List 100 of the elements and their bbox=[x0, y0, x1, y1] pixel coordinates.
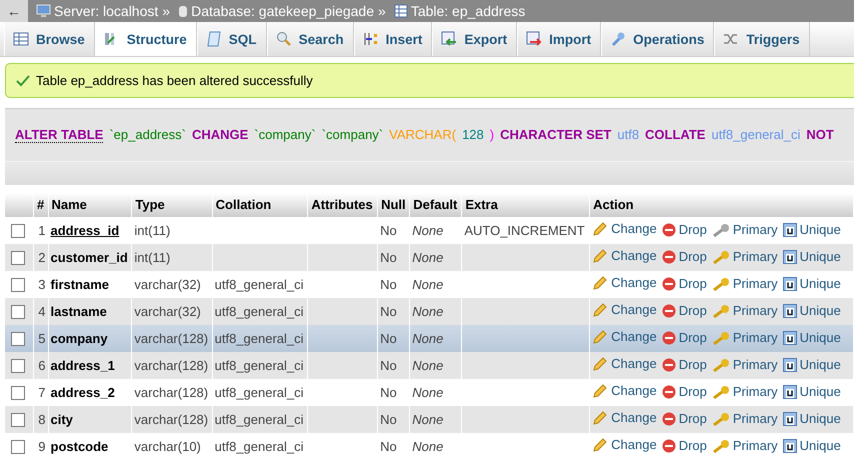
unique-link[interactable]: Unique bbox=[782, 357, 841, 372]
table-row[interactable]: 5 company varchar(128) utf8_general_ci No None Change Drop Primary Unique bbox=[5, 324, 854, 352]
drop-link[interactable]: Drop bbox=[662, 222, 707, 238]
primary-link[interactable]: Primary bbox=[712, 438, 778, 454]
sql-token: `ep_address` bbox=[109, 127, 186, 142]
unique-link[interactable]: Unique bbox=[782, 330, 841, 346]
checkbox[interactable] bbox=[11, 224, 25, 238]
checkbox[interactable] bbox=[11, 332, 25, 346]
drop-link[interactable]: Drop bbox=[662, 384, 707, 400]
tab[interactable]: Insert bbox=[354, 22, 432, 56]
checkbox[interactable] bbox=[11, 251, 25, 266]
unique-link[interactable]: Unique bbox=[782, 411, 841, 426]
breadcrumb-link[interactable]: Database: gatekeep_piegade bbox=[174, 3, 374, 19]
change-link[interactable]: Change bbox=[592, 220, 657, 237]
change-link[interactable]: Change bbox=[592, 328, 657, 345]
table-cell: None bbox=[412, 250, 444, 265]
table-row[interactable]: 3 firstname varchar(32) utf8_general_ci No None Change Drop Primary Unique bbox=[5, 270, 854, 298]
breadcrumb-link[interactable]: Server: localhost bbox=[32, 3, 158, 19]
unique-link[interactable]: Unique bbox=[782, 249, 841, 264]
primary-link[interactable]: Primary bbox=[712, 357, 778, 372]
tab[interactable]: Import bbox=[517, 22, 602, 56]
drop-link[interactable]: Drop bbox=[662, 303, 707, 318]
primary-link[interactable]: Primary bbox=[712, 411, 778, 426]
primary-link[interactable]: Primary bbox=[712, 303, 778, 318]
table-cell: utf8_general_ci bbox=[214, 412, 304, 427]
drop-link[interactable]: Drop bbox=[662, 438, 707, 454]
table-cell: varchar(128) bbox=[134, 384, 208, 400]
pencil-icon bbox=[592, 382, 608, 399]
checkbox[interactable] bbox=[11, 359, 25, 374]
unique-link[interactable]: Unique bbox=[782, 222, 841, 238]
tab[interactable]: Operations bbox=[601, 22, 714, 56]
row-number: 7 bbox=[38, 384, 46, 400]
column-name: address_2 bbox=[50, 384, 115, 400]
table-cell: None bbox=[412, 384, 444, 400]
header-cell bbox=[5, 192, 34, 217]
primary-link[interactable]: Primary bbox=[712, 330, 778, 346]
header-cell: Attributes bbox=[308, 192, 378, 217]
checkbox[interactable] bbox=[11, 305, 25, 320]
change-link[interactable]: Change bbox=[592, 410, 657, 426]
tab[interactable]: Triggers bbox=[714, 22, 810, 56]
back-button[interactable]: ← bbox=[0, 0, 28, 22]
checkbox[interactable] bbox=[11, 386, 25, 400]
scroll-icon bbox=[206, 31, 222, 48]
table-row[interactable]: 2 customer_id int(11) No None Change Drop Primary Unique bbox=[5, 244, 854, 271]
column-name: firstname bbox=[50, 276, 110, 292]
table-row[interactable]: 6 address_1 varchar(128) utf8_general_ci No None Change Drop Primary Unique bbox=[5, 352, 854, 379]
drop-link[interactable]: Drop bbox=[662, 276, 707, 292]
change-link[interactable]: Change bbox=[592, 274, 657, 291]
table-row[interactable]: 7 address_2 varchar(128) utf8_general_ci No None Change Drop Primary Unique bbox=[5, 378, 854, 406]
check-icon bbox=[16, 74, 30, 87]
table-cell: None bbox=[412, 412, 444, 427]
breadcrumb-link[interactable]: Table: ep_address bbox=[390, 3, 526, 19]
primary-link[interactable]: Primary bbox=[712, 222, 778, 238]
primary-link[interactable]: Primary bbox=[712, 384, 778, 400]
unique-link[interactable]: Unique bbox=[782, 303, 841, 318]
separator: » bbox=[162, 3, 170, 19]
header-cell: Collation bbox=[212, 192, 308, 217]
table-cell: No bbox=[380, 250, 397, 265]
change-link[interactable]: Change bbox=[592, 356, 657, 372]
drop-link[interactable]: Drop bbox=[662, 249, 707, 264]
tab[interactable]: Export bbox=[432, 22, 518, 56]
drop-link[interactable]: Drop bbox=[662, 330, 707, 346]
table-row[interactable]: 8 city varchar(128) utf8_general_ci No None Change Drop Primary Unique bbox=[5, 406, 854, 433]
monitor-icon bbox=[36, 4, 51, 18]
table-row[interactable]: 4 lastname varchar(32) utf8_general_ci No None Change Drop Primary Unique bbox=[5, 298, 854, 325]
change-link[interactable]: Change bbox=[592, 382, 657, 399]
change-link[interactable]: Change bbox=[592, 248, 657, 264]
unique-icon bbox=[782, 412, 797, 426]
tab[interactable]: Search bbox=[266, 22, 354, 56]
table-cell: varchar(128) bbox=[134, 412, 208, 427]
checkbox[interactable] bbox=[11, 413, 25, 428]
drop-link[interactable]: Drop bbox=[662, 357, 707, 372]
pencil-icon bbox=[592, 274, 608, 291]
unique-icon bbox=[782, 438, 797, 453]
sql-token: CHARACTER SET bbox=[500, 127, 612, 142]
tab[interactable]: Structure bbox=[94, 22, 197, 56]
table-cell: utf8_general_ci bbox=[214, 384, 304, 400]
unique-link[interactable]: Unique bbox=[782, 384, 841, 400]
table-cell: AUTO_INCREMENT bbox=[464, 222, 585, 238]
column-name: company bbox=[50, 330, 108, 346]
unique-link[interactable]: Unique bbox=[782, 438, 841, 454]
primary-link[interactable]: Primary bbox=[712, 249, 778, 264]
unique-icon bbox=[782, 330, 797, 345]
tab[interactable]: SQL bbox=[196, 22, 267, 56]
checkbox[interactable] bbox=[11, 278, 25, 292]
primary-link[interactable]: Primary bbox=[712, 276, 778, 292]
unique-link[interactable]: Unique bbox=[782, 276, 841, 292]
row-number: 8 bbox=[38, 412, 46, 427]
header-cell: Name bbox=[48, 192, 132, 217]
table-cell: utf8_general_ci bbox=[214, 304, 304, 319]
change-link[interactable]: Change bbox=[592, 436, 657, 453]
checkbox[interactable] bbox=[11, 440, 25, 454]
table-row[interactable]: 1 address_id int(11) No None AUTO_INCREMENT Change Drop Primary Unique bbox=[5, 216, 854, 244]
tab[interactable]: Browse bbox=[4, 22, 95, 56]
sql-token: CHANGE bbox=[192, 127, 248, 142]
docs-link[interactable]: ALTER TABLE bbox=[15, 126, 104, 143]
drop-link[interactable]: Drop bbox=[662, 411, 707, 426]
minus-circle-icon bbox=[662, 384, 676, 399]
change-link[interactable]: Change bbox=[592, 302, 657, 318]
table-cell: None bbox=[412, 358, 444, 373]
